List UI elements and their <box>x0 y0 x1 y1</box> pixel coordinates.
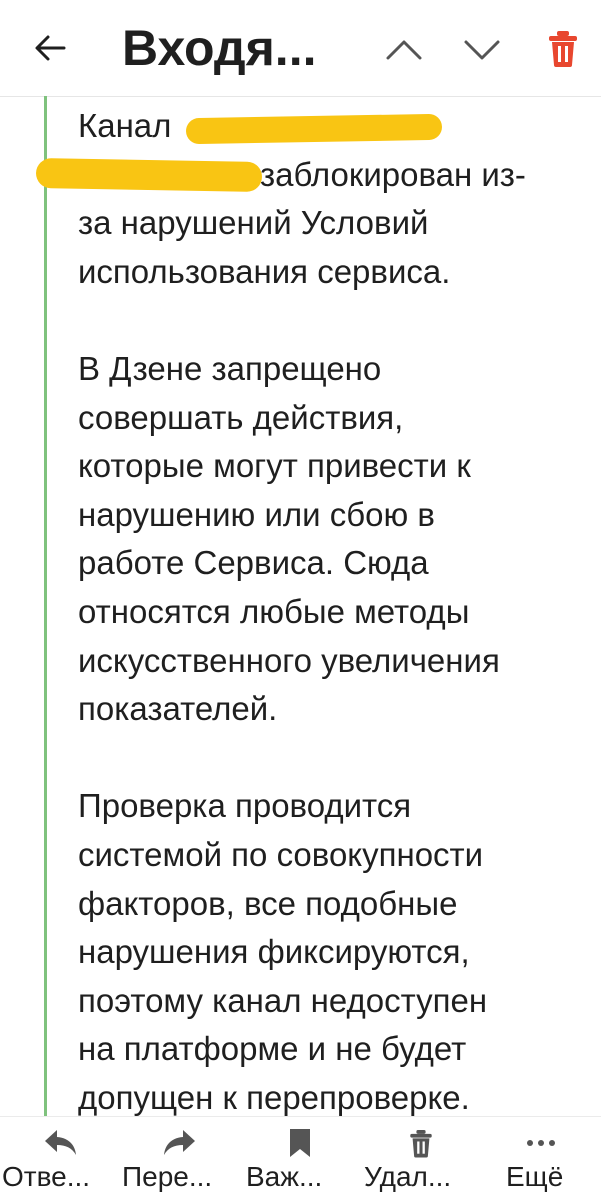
text-line: на платформе и не будет <box>78 1030 467 1068</box>
reply-icon <box>45 1130 76 1155</box>
bottom-toolbar: Отве... Пере... Важ... Удал... Ещё <box>0 1116 601 1201</box>
forward-button[interactable]: Пере... <box>118 1117 240 1201</box>
trash-icon <box>549 31 577 67</box>
text-line: за нарушений Условий <box>78 204 429 242</box>
message-body: Канал заблокирован из- за нарушений Усло… <box>78 102 578 1171</box>
delete-label: Удал... <box>364 1161 452 1192</box>
redaction-mark <box>185 113 443 145</box>
back-arrow-icon <box>35 35 66 61</box>
previous-message-button[interactable] <box>384 30 424 70</box>
back-button[interactable] <box>30 28 70 68</box>
text-line: поэтому канал недоступен <box>78 981 488 1019</box>
folder-title: Входя... <box>122 20 317 76</box>
redaction-mark <box>35 158 263 192</box>
text-line: В Дзене запрещено <box>78 349 382 387</box>
more-dots-icon <box>527 1140 555 1146</box>
text-line: искусственного увеличения <box>78 641 500 679</box>
more-label: Ещё <box>506 1161 564 1192</box>
reply-label: Отве... <box>2 1161 91 1192</box>
app-header: Входя... <box>0 0 601 97</box>
next-message-button[interactable] <box>462 30 502 70</box>
text-line: относятся любые методы <box>78 592 470 630</box>
text-line: нарушения фиксируются, <box>78 933 470 971</box>
delete-button[interactable] <box>546 28 580 68</box>
bookmark-icon <box>290 1129 310 1157</box>
text-line: совершать действия, <box>78 398 404 436</box>
delete-toolbar-button[interactable]: Удал... <box>358 1117 480 1201</box>
text-line: системой по совокупности <box>78 835 484 873</box>
text-line: нарушению или сбою в <box>78 495 435 533</box>
paragraph-3: Проверка проводится системой по совокупн… <box>78 782 578 1122</box>
important-label: Важ... <box>246 1161 323 1192</box>
chevron-down-icon <box>464 40 500 60</box>
forward-label: Пере... <box>122 1161 213 1192</box>
more-button[interactable]: Ещё <box>490 1117 601 1201</box>
forward-icon <box>164 1130 195 1155</box>
quote-bar <box>44 96 47 1116</box>
text-line: работе Сервиса. Сюда <box>78 544 429 582</box>
text-line: использования сервиса. <box>78 252 451 290</box>
paragraph-2: В Дзене запрещено совершать действия, ко… <box>78 345 578 734</box>
trash-icon <box>410 1130 432 1158</box>
reply-button[interactable]: Отве... <box>0 1117 118 1201</box>
text-line: которые могут привести к <box>78 447 471 485</box>
text-line: Проверка проводится <box>78 787 412 825</box>
important-button[interactable]: Важ... <box>240 1117 358 1201</box>
text-line: факторов, все подобные <box>78 884 458 922</box>
text-line: показателей. <box>78 690 278 728</box>
chevron-up-icon <box>386 40 422 60</box>
